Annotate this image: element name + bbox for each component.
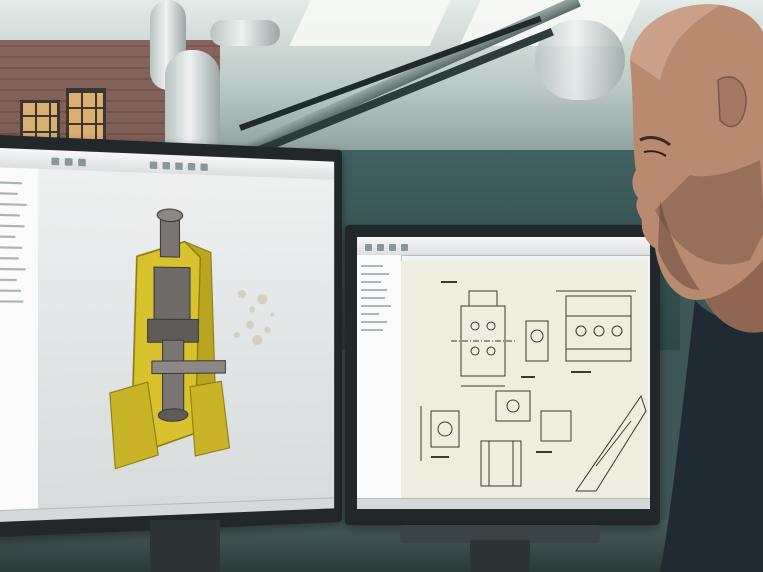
tree-item xyxy=(361,273,389,275)
tree-item xyxy=(0,267,26,271)
tree-item xyxy=(0,224,25,228)
tree-item xyxy=(361,297,385,299)
tree-item xyxy=(0,191,18,195)
tree-item xyxy=(0,213,20,217)
toolbar-icon xyxy=(149,161,158,170)
toolbar-icon xyxy=(78,158,86,167)
tree-item xyxy=(361,289,387,291)
tree-item xyxy=(0,256,19,260)
toolbar-icon xyxy=(64,158,73,166)
tree-item xyxy=(0,289,22,292)
3d-viewport xyxy=(37,168,335,510)
toolbar-icon xyxy=(401,244,408,251)
toolbar-icon xyxy=(187,162,196,171)
tree-item xyxy=(0,181,23,185)
skylight xyxy=(289,0,451,46)
tree-item xyxy=(361,281,381,283)
tree-item xyxy=(361,313,379,315)
left-monitor xyxy=(0,133,343,539)
feature-tree-panel xyxy=(357,255,402,509)
tree-item xyxy=(0,300,24,303)
tree-item xyxy=(0,278,17,282)
toolbar-icon xyxy=(175,162,183,170)
toolbar-icon xyxy=(377,244,384,251)
tree-item xyxy=(361,321,387,323)
toolbar-icon xyxy=(51,157,60,166)
cad-3d-model-icon xyxy=(82,192,275,510)
feature-tree-panel xyxy=(0,166,40,523)
toolbar-icon xyxy=(389,244,396,251)
tree-item xyxy=(361,329,383,331)
person-shirt xyxy=(660,300,763,572)
engineer-person xyxy=(630,4,763,572)
tree-item xyxy=(0,246,23,249)
toolbar-icon xyxy=(365,244,372,251)
tree-item xyxy=(361,305,391,307)
cad-3d-screen xyxy=(0,147,335,523)
monitor-stand xyxy=(150,520,220,572)
tree-item xyxy=(361,265,383,267)
photo-scene xyxy=(0,0,763,572)
tree-item xyxy=(0,235,16,238)
person-ear xyxy=(717,76,747,128)
tree-item xyxy=(0,202,27,206)
air-duct xyxy=(210,20,280,46)
toolbar-icon xyxy=(200,163,208,171)
monitor-stand xyxy=(470,540,530,572)
toolbar-icon xyxy=(162,161,170,170)
